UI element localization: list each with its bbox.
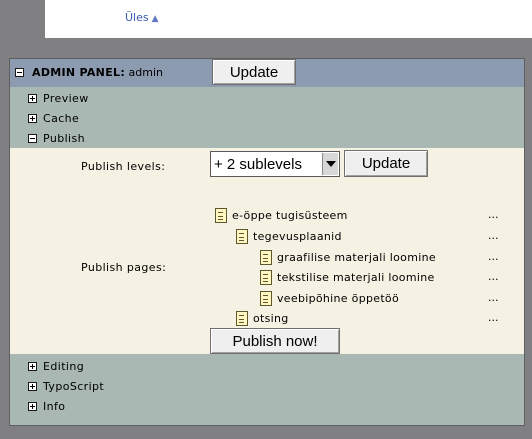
page-more[interactable]: ... [488,229,499,242]
page-icon [236,228,248,244]
publish-section: Publish levels: + 2 sublevels Update Pub… [10,148,524,354]
admin-panel: ADMIN PANEL: admin Update Preview Cache … [9,58,525,426]
bottom-menu: Editing TypoScript Info [10,354,524,425]
page-label: tekstilise materjali loomine [277,270,435,284]
menu-item-info[interactable]: Info [28,397,65,415]
page-more[interactable]: ... [488,250,499,263]
page-more[interactable]: ... [488,291,499,304]
menu-item-editing[interactable]: Editing [28,357,84,375]
expand-icon[interactable] [28,361,37,371]
page-row: e-öppe tugisüsteem [215,206,348,224]
menu-item-label[interactable]: Cache [43,112,79,125]
page-row: tekstilise materjali loomine [260,268,435,286]
update-levels-button[interactable]: Update [344,150,428,177]
page-label: e-öppe tugisüsteem [232,208,348,222]
expand-icon[interactable] [28,113,37,123]
page-icon [260,290,272,306]
publish-levels-label: Publish levels: [81,160,166,173]
page-row: graafilise materjali loomine [260,248,436,266]
dropdown-arrow-icon[interactable] [322,153,338,175]
collapse-icon[interactable] [28,133,37,143]
page-more[interactable]: ... [488,270,499,283]
page-more[interactable]: ... [488,208,499,221]
page-icon [260,269,272,285]
page-icon [236,310,248,326]
menu-item-typoscript[interactable]: TypoScript [28,377,104,395]
top-bar: Üles ▲ [45,0,532,38]
page-label: otsing [253,311,289,325]
page-more[interactable]: ... [488,311,499,324]
page-label: tegevusplaanid [253,229,342,243]
publish-now-button[interactable]: Publish now! [210,328,340,354]
menu-item-label[interactable]: Editing [43,360,84,373]
page-row: veebipõhine õppetöö [260,289,399,307]
expand-icon[interactable] [28,401,37,411]
page-row: otsing [236,309,289,327]
menu-item-label[interactable]: Info [43,400,65,413]
up-link[interactable]: Üles ▲ [125,11,159,24]
menu-item-cache[interactable]: Cache [28,109,79,127]
publish-pages-label: Publish pages: [81,261,167,274]
admin-panel-header: ADMIN PANEL: admin Update [10,59,524,87]
page-label: veebipõhine õppetöö [277,291,399,305]
up-link-label[interactable]: Üles [125,11,149,24]
expand-icon[interactable] [28,93,37,103]
menu-item-label[interactable]: Preview [43,92,89,105]
menu-item-label[interactable]: Publish [43,132,85,145]
page-icon [260,249,272,265]
publish-levels-select[interactable]: + 2 sublevels [210,151,340,177]
page-row: tegevusplaanid [236,227,342,245]
top-left-block [0,0,45,38]
up-arrow-icon: ▲ [151,14,159,24]
menu-item-preview[interactable]: Preview [28,89,89,107]
update-button[interactable]: Update [212,59,296,85]
page-label: graafilise materjali loomine [277,250,436,264]
menu-item-publish[interactable]: Publish [28,129,85,147]
page-icon [215,207,227,223]
admin-username: admin [128,66,163,79]
admin-panel-title-bold: ADMIN PANEL: [32,66,126,79]
menu-item-label[interactable]: TypoScript [43,380,104,393]
admin-panel-title: ADMIN PANEL: admin [32,66,163,79]
expand-icon[interactable] [28,381,37,391]
collapse-admin-panel-icon[interactable] [15,68,24,77]
publish-levels-value: + 2 sublevels [214,155,302,173]
